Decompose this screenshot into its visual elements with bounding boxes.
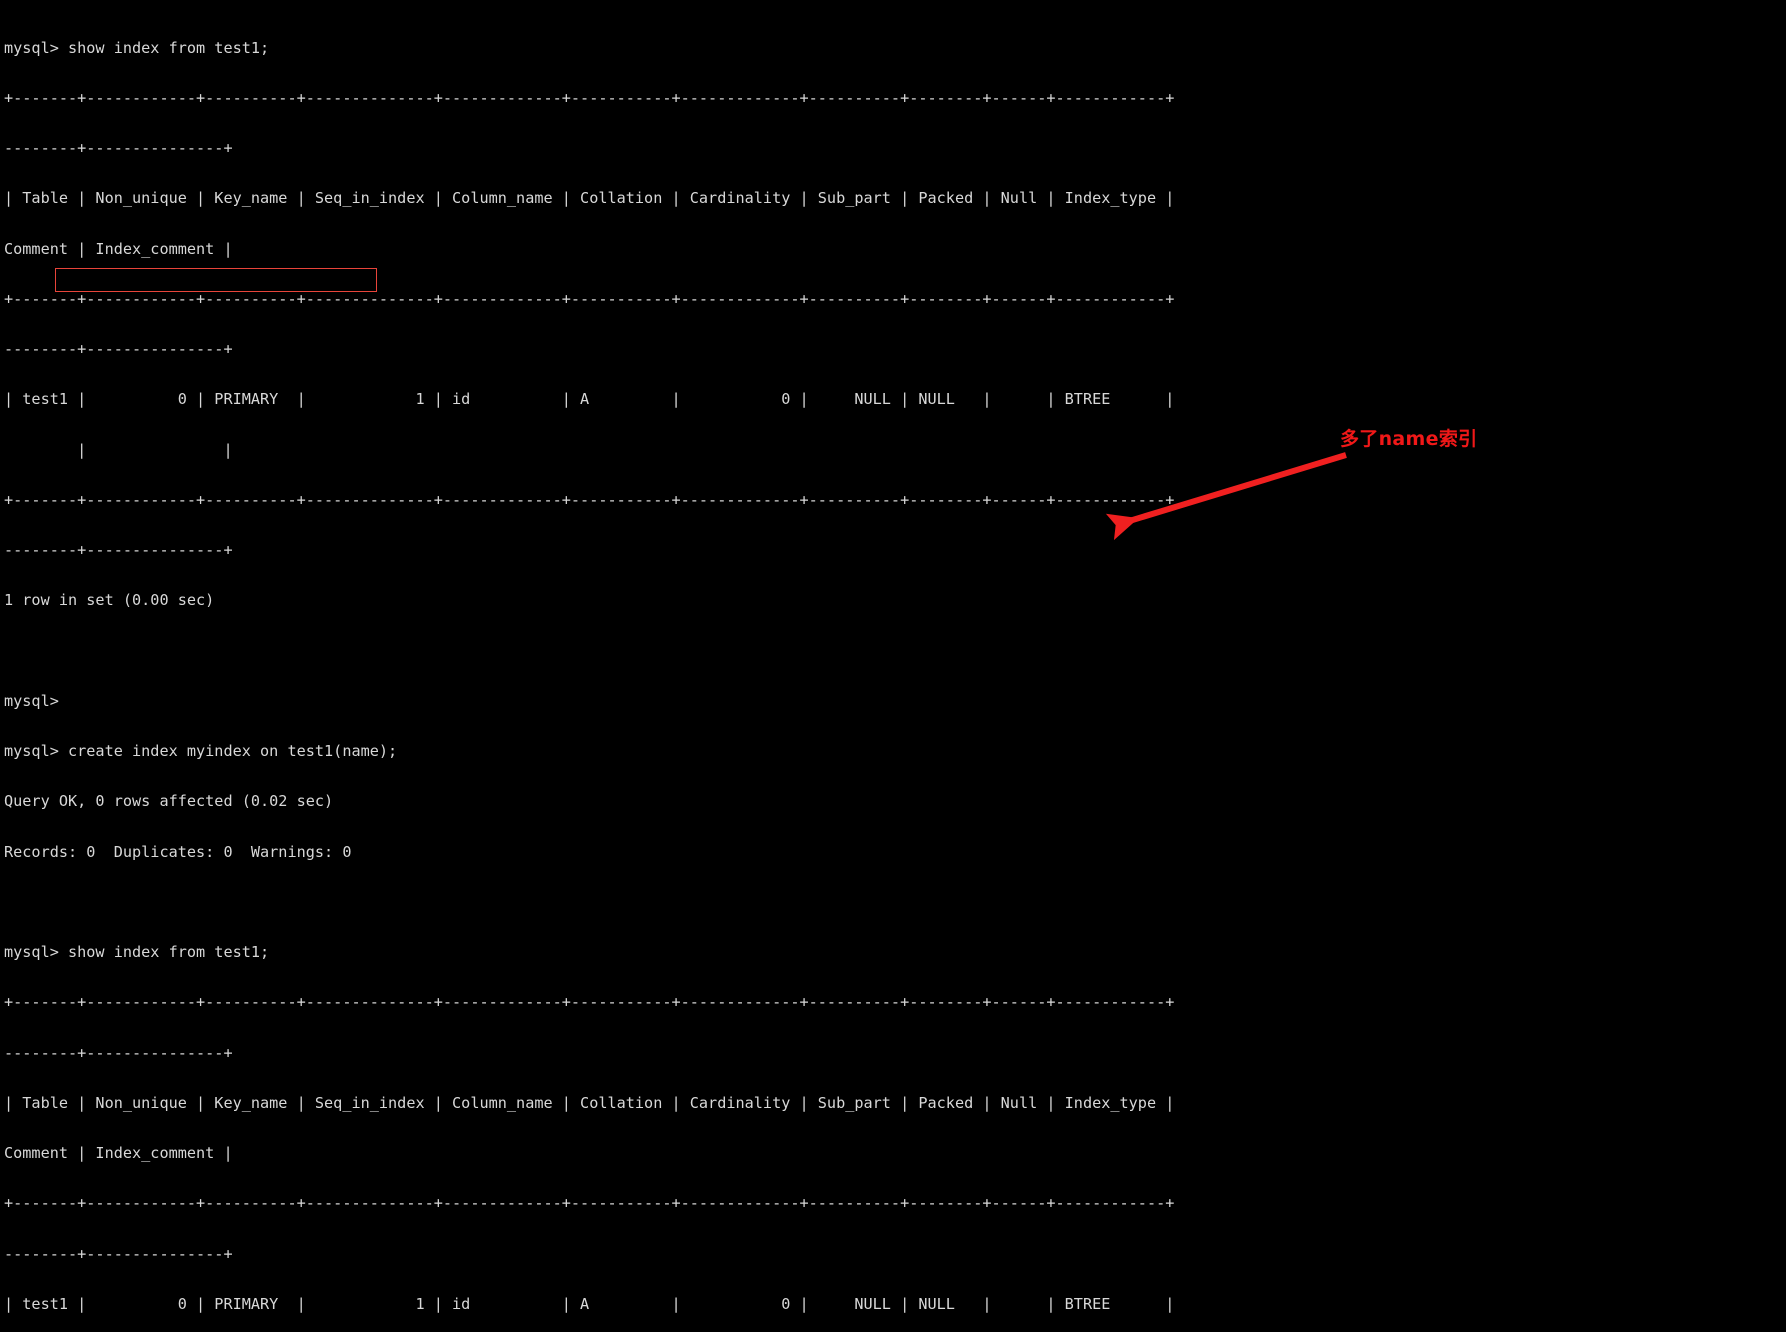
terminal-line: --------+---------------+ <box>4 1244 233 1263</box>
terminal-line: --------+---------------+ <box>4 139 233 157</box>
terminal-line: | | <box>4 440 233 459</box>
terminal-line: mysql> <box>4 691 59 710</box>
terminal-line: --------+---------------+ <box>4 541 233 559</box>
terminal-line: --------+---------------+ <box>4 340 233 358</box>
terminal-line: mysql> show index from test1; <box>4 38 270 57</box>
terminal-line: Comment | Index_comment | <box>4 1144 233 1162</box>
terminal-line: | Table | Non_unique | Key_name | Seq_in… <box>4 189 1175 208</box>
terminal-line-command-create-index: mysql> create index myindex on test1(nam… <box>4 742 398 760</box>
annotation-label: 多了name索引 <box>1340 428 1478 450</box>
terminal-line: mysql> show index from test1; <box>4 943 270 961</box>
terminal-line: Query OK, 0 rows affected (0.02 sec) <box>4 792 334 811</box>
terminal-line: +-------+------------+----------+-------… <box>4 1194 1175 1213</box>
terminal-line: 1 row in set (0.00 sec) <box>4 591 215 610</box>
terminal-line: +-------+------------+----------+-------… <box>4 490 1175 509</box>
terminal-line: | Table | Non_unique | Key_name | Seq_in… <box>4 1093 1175 1112</box>
terminal-line: +-------+------------+----------+-------… <box>4 88 1175 107</box>
terminal-screen[interactable]: mysql> show index from test1; +-------+-… <box>4 6 1786 1332</box>
terminal-line: Records: 0 Duplicates: 0 Warnings: 0 <box>4 842 352 861</box>
terminal-line: | test1 | 0 | PRIMARY | 1 | id | A | 0 |… <box>4 1294 1175 1313</box>
terminal-line: --------+---------------+ <box>4 1043 233 1062</box>
terminal-line: | test1 | 0 | PRIMARY | 1 | id | A | 0 |… <box>4 390 1175 409</box>
terminal-line: +-------+------------+----------+-------… <box>4 993 1175 1012</box>
terminal-window[interactable]: mysql> show index from test1; +-------+-… <box>0 0 1786 1312</box>
terminal-line: Comment | Index_comment | <box>4 239 233 258</box>
terminal-line: +-------+------------+----------+-------… <box>4 289 1175 308</box>
